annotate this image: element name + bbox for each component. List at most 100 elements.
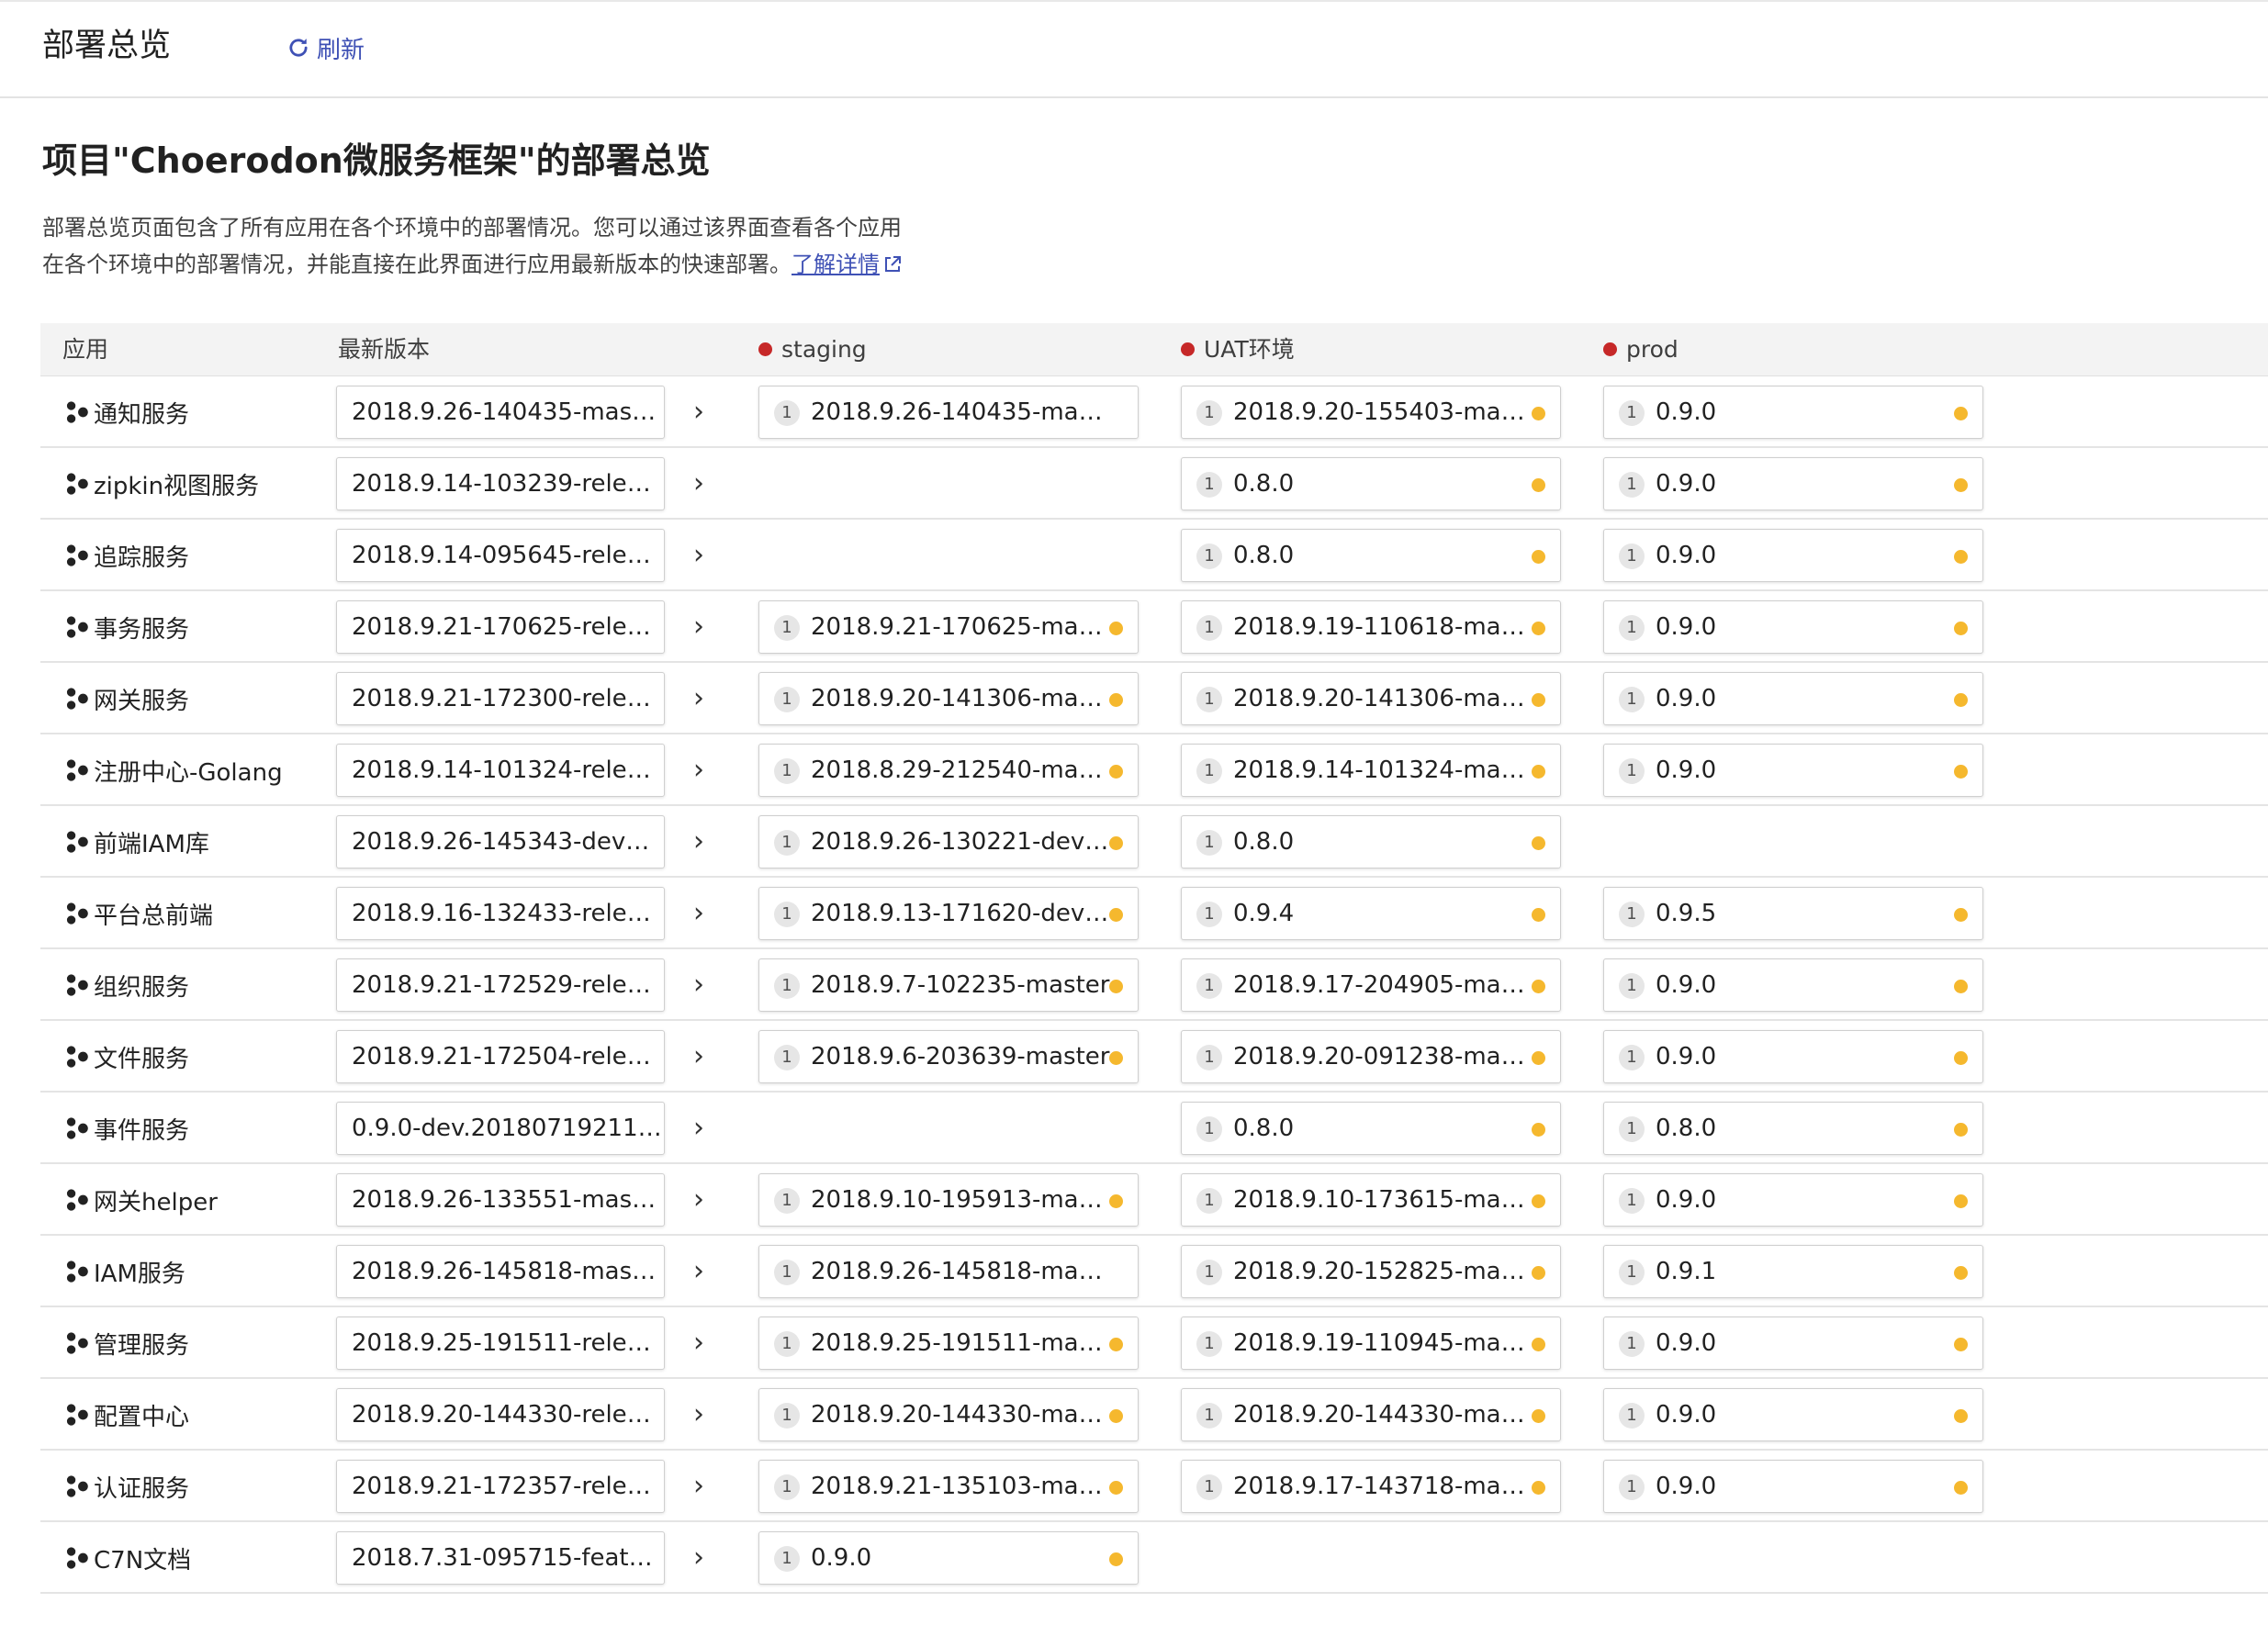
latest-version-select[interactable]: 2018.9.26-133551-master — [336, 1173, 665, 1227]
env-deployment-cell[interactable]: 1 2018.9.26-140435-master — [758, 386, 1139, 439]
deploy-arrow-icon[interactable]: › — [685, 1039, 713, 1074]
latest-version-select[interactable]: 2018.9.21-172529-release-0.9.0 — [336, 958, 665, 1012]
deploy-arrow-icon[interactable]: › — [685, 1541, 713, 1575]
app-cell[interactable]: 网关helper — [64, 1164, 218, 1236]
env-deployment-cell[interactable]: 1 0.8.0 — [1181, 457, 1561, 510]
app-cell[interactable]: 追踪服务 — [64, 520, 189, 591]
app-cell[interactable]: 通知服务 — [64, 376, 189, 448]
env-deployment-cell[interactable]: 1 2018.9.10-195913-master — [758, 1173, 1139, 1227]
env-deployment-cell[interactable]: 1 0.8.0 — [1181, 1102, 1561, 1155]
env-deployment-cell[interactable]: 1 0.9.4 — [1181, 887, 1561, 940]
env-deployment-cell[interactable]: 1 0.9.0 — [1603, 1460, 1983, 1513]
env-deployment-cell[interactable]: 1 0.9.0 — [1603, 1388, 1983, 1441]
env-deployment-cell[interactable]: 1 0.9.0 — [1603, 1317, 1983, 1370]
deploy-arrow-icon[interactable]: › — [685, 538, 713, 573]
app-cell[interactable]: zipkin视图服务 — [64, 448, 259, 520]
env-deployment-cell[interactable]: 1 2018.9.20-141306-master — [758, 672, 1139, 725]
latest-version-select[interactable]: 2018.9.21-170625-release-0.9.0 — [336, 600, 665, 654]
env-deployment-cell[interactable]: 1 2018.9.25-191511-master — [758, 1317, 1139, 1370]
env-deployment-cell[interactable]: 1 2018.9.17-143718-master — [1181, 1460, 1561, 1513]
learn-more-link[interactable]: 了解详情 — [792, 252, 902, 277]
env-deployment-cell[interactable]: 1 2018.9.14-101324-master — [1181, 744, 1561, 797]
app-cell[interactable]: 组织服务 — [64, 949, 189, 1021]
env-deployment-cell[interactable]: 1 2018.9.21-135103-master — [758, 1460, 1139, 1513]
env-deployment-cell[interactable]: 1 2018.9.19-110618-master — [1181, 600, 1561, 654]
env-deployment-cell[interactable]: 1 0.9.0 — [1603, 386, 1983, 439]
app-cell[interactable]: C7N文档 — [64, 1522, 191, 1594]
app-cell[interactable]: IAM服务 — [64, 1236, 185, 1307]
env-deployment-cell[interactable]: 1 0.9.0 — [1603, 600, 1983, 654]
app-cell[interactable]: 管理服务 — [64, 1307, 189, 1379]
deploy-arrow-icon[interactable]: › — [685, 1182, 713, 1217]
env-deployment-cell[interactable]: 1 2018.9.13-171620-devops-0.9.0 — [758, 887, 1139, 940]
instance-count-badge: 1 — [1196, 400, 1222, 426]
env-deployment-cell[interactable]: 1 2018.9.26-130221-develop — [758, 815, 1139, 869]
env-deployment-cell[interactable]: 1 0.8.0 — [1181, 815, 1561, 869]
refresh-button[interactable]: 刷新 — [286, 29, 365, 66]
latest-version-select[interactable]: 2018.9.21-172504-release-0.9.0 — [336, 1030, 665, 1083]
deploy-arrow-icon[interactable]: › — [685, 753, 713, 788]
deploy-arrow-icon[interactable]: › — [685, 1111, 713, 1146]
latest-version-select[interactable]: 2018.9.25-191511-release-0.9.0 — [336, 1317, 665, 1370]
latest-version-select[interactable]: 2018.9.14-095645-release-0.9.0 — [336, 529, 665, 582]
env-deployment-cell[interactable]: 1 2018.9.20-144330-master — [758, 1388, 1139, 1441]
env-deployment-cell[interactable]: 1 0.9.0 — [1603, 672, 1983, 725]
deploy-arrow-icon[interactable]: › — [685, 824, 713, 859]
app-cell[interactable]: 网关服务 — [64, 663, 189, 734]
env-deployment-cell[interactable]: 1 2018.8.29-212540-master — [758, 744, 1139, 797]
env-deployment-cell[interactable]: 1 0.8.0 — [1603, 1102, 1983, 1155]
env-deployment-cell[interactable]: 1 0.9.0 — [1603, 958, 1983, 1012]
deploy-arrow-icon[interactable]: › — [685, 466, 713, 501]
latest-version-select[interactable]: 2018.9.26-140435-master — [336, 386, 665, 439]
deploy-arrow-icon[interactable]: › — [685, 1326, 713, 1361]
env-deployment-cell[interactable]: 1 0.9.0 — [1603, 529, 1983, 582]
app-cell[interactable]: 认证服务 — [64, 1451, 189, 1522]
env-deployment-cell[interactable]: 1 2018.9.26-145818-master — [758, 1245, 1139, 1298]
env-deployment-cell[interactable]: 1 2018.9.6-203639-master — [758, 1030, 1139, 1083]
latest-version-select[interactable]: 2018.9.20-144330-release-0.9.0 — [336, 1388, 665, 1441]
env-deployment-cell[interactable]: 1 0.9.5 — [1603, 887, 1983, 940]
latest-version-select[interactable]: 2018.9.26-145818-master — [336, 1245, 665, 1298]
deploy-arrow-icon[interactable]: › — [685, 1397, 713, 1432]
app-cell[interactable]: 平台总前端 — [64, 878, 213, 949]
deploy-arrow-icon[interactable]: › — [685, 395, 713, 430]
status-dot — [1532, 478, 1545, 492]
app-cell[interactable]: 配置中心 — [64, 1379, 189, 1451]
env-deployment-cell[interactable]: 1 0.8.0 — [1181, 529, 1561, 582]
app-cell[interactable]: 前端IAM库 — [64, 806, 209, 878]
latest-version-select[interactable]: 2018.9.21-172357-release-0.9.0 — [336, 1460, 665, 1513]
env-deployment-cell[interactable]: 1 2018.9.20-155403-master — [1181, 386, 1561, 439]
latest-version-select[interactable]: 2018.9.14-103239-release-0.9.0 — [336, 457, 665, 510]
env-deployment-cell[interactable]: 1 2018.9.20-152825-master — [1181, 1245, 1561, 1298]
latest-version-select[interactable]: 2018.7.31-095715-feature-0.9.0 — [336, 1531, 665, 1585]
app-cell[interactable]: 事务服务 — [64, 591, 189, 663]
deploy-arrow-icon[interactable]: › — [685, 610, 713, 644]
env-deployment-cell[interactable]: 1 2018.9.20-144330-master — [1181, 1388, 1561, 1441]
env-deployment-cell[interactable]: 1 2018.9.20-091238-master — [1181, 1030, 1561, 1083]
latest-version-select[interactable]: 2018.9.16-132433-release-0.9.0 — [336, 887, 665, 940]
env-deployment-cell[interactable]: 1 2018.9.10-173615-master — [1181, 1173, 1561, 1227]
env-deployment-cell[interactable]: 1 2018.9.17-204905-master — [1181, 958, 1561, 1012]
env-deployment-cell[interactable]: 1 0.9.0 — [1603, 1173, 1983, 1227]
env-deployment-cell[interactable]: 1 0.9.1 — [1603, 1245, 1983, 1298]
env-deployment-cell[interactable]: 1 2018.9.19-110945-master — [1181, 1317, 1561, 1370]
env-deployment-cell[interactable]: 1 0.9.0 — [758, 1531, 1139, 1585]
deploy-arrow-icon[interactable]: › — [685, 1469, 713, 1504]
latest-version-select[interactable]: 0.9.0-dev.20180719211201 — [336, 1102, 665, 1155]
env-deployment-cell[interactable]: 1 0.9.0 — [1603, 1030, 1983, 1083]
app-cell[interactable]: 文件服务 — [64, 1021, 189, 1093]
env-deployment-cell[interactable]: 1 0.9.0 — [1603, 457, 1983, 510]
latest-version-select[interactable]: 2018.9.26-145343-develop — [336, 815, 665, 869]
latest-version-select[interactable]: 2018.9.14-101324-release-0.9.0 — [336, 744, 665, 797]
app-cell[interactable]: 事件服务 — [64, 1093, 189, 1164]
deploy-arrow-icon[interactable]: › — [685, 968, 713, 1003]
deploy-arrow-icon[interactable]: › — [685, 681, 713, 716]
app-cell[interactable]: 注册中心-Golang — [64, 734, 283, 806]
env-deployment-cell[interactable]: 1 0.9.0 — [1603, 744, 1983, 797]
env-deployment-cell[interactable]: 1 2018.9.7-102235-master — [758, 958, 1139, 1012]
deploy-arrow-icon[interactable]: › — [685, 896, 713, 931]
latest-version-select[interactable]: 2018.9.21-172300-release-0.9.0 — [336, 672, 665, 725]
env-deployment-cell[interactable]: 1 2018.9.20-141306-master — [1181, 672, 1561, 725]
deploy-arrow-icon[interactable]: › — [685, 1254, 713, 1289]
env-deployment-cell[interactable]: 1 2018.9.21-170625-master — [758, 600, 1139, 654]
